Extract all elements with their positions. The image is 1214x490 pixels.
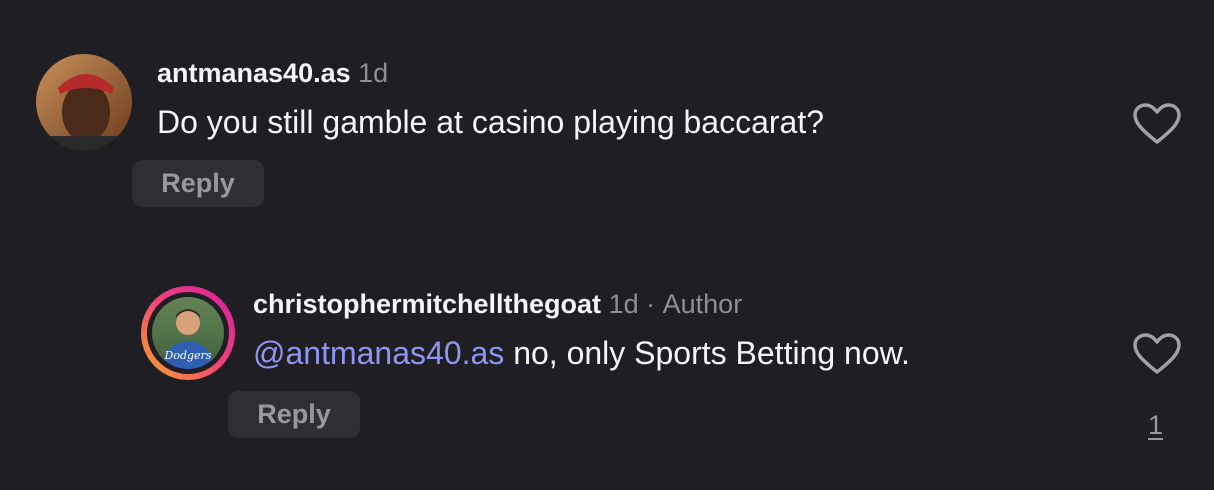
reply-text-line: @antmanas40.as no, only Sports Betting n… bbox=[253, 335, 910, 372]
reply-text: no, only Sports Betting now. bbox=[513, 335, 910, 371]
user-avatar-icon bbox=[36, 54, 132, 150]
commenter-avatar[interactable] bbox=[36, 54, 132, 150]
author-badge: Author bbox=[662, 289, 743, 319]
reply-like-button[interactable] bbox=[1132, 332, 1182, 376]
comment-username-line: antmanas40.as 1d bbox=[157, 58, 388, 89]
reply-separator: · bbox=[646, 289, 656, 319]
reply-timestamp: 1d bbox=[608, 289, 639, 319]
heart-outline-icon bbox=[1133, 333, 1181, 374]
comment-timestamp: 1d bbox=[358, 58, 389, 88]
comment-like-button[interactable] bbox=[1132, 102, 1182, 146]
replier-avatar[interactable]: Dodgers bbox=[140, 285, 236, 381]
heart-outline-icon bbox=[1133, 103, 1181, 144]
comment-reply-button[interactable]: Reply bbox=[132, 160, 264, 207]
reply-mention-link[interactable]: @antmanas40.as bbox=[253, 335, 504, 371]
reply-like-count[interactable]: 1 bbox=[1148, 410, 1163, 441]
comment-text: Do you still gamble at casino playing ba… bbox=[157, 104, 825, 140]
comment-username[interactable]: antmanas40.as bbox=[157, 58, 351, 88]
reply-reply-button[interactable]: Reply bbox=[228, 391, 360, 438]
comments-thread: antmanas40.as 1d Do you still gamble at … bbox=[0, 0, 1214, 490]
svg-text:Dodgers: Dodgers bbox=[164, 349, 212, 362]
reply-username[interactable]: christophermitchellthegoat bbox=[253, 289, 601, 319]
user-avatar-story-ring-icon: Dodgers bbox=[141, 286, 235, 380]
reply-username-line: christophermitchellthegoat 1d · Author bbox=[253, 289, 742, 320]
